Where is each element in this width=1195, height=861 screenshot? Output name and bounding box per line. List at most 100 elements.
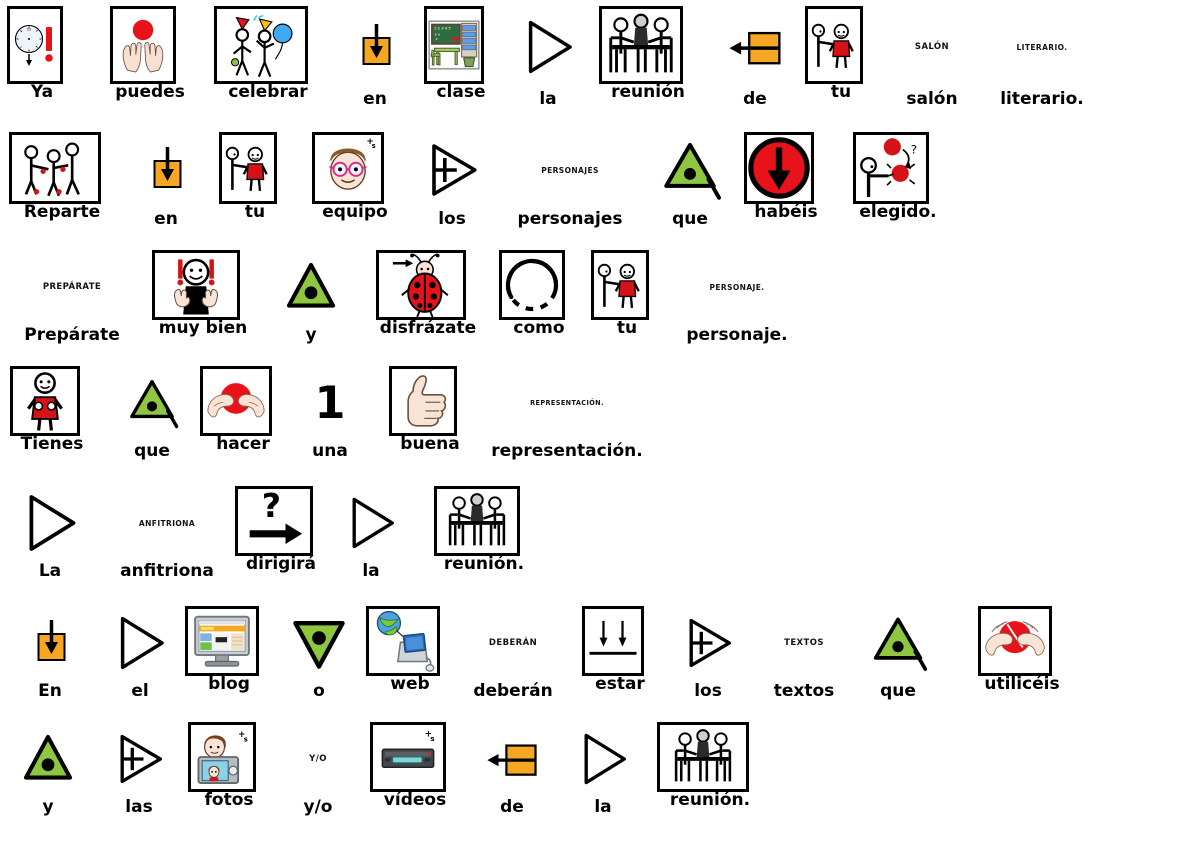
pictogram-word: anfitriona	[120, 561, 214, 581]
pictogram-word: En	[38, 681, 62, 701]
person-pointing-to-person-icon	[591, 250, 649, 320]
pictogram-cell: que	[116, 368, 188, 460]
pictogram-word: tu	[830, 82, 852, 102]
pictogram-word: equipo	[322, 202, 388, 222]
pictogram-cell: web	[366, 603, 454, 716]
pictogram-frame: web	[364, 603, 456, 716]
pictogram-cell: estar	[582, 603, 658, 716]
pictogram-cell: de	[718, 8, 792, 108]
pictogram-cell: en	[133, 134, 199, 228]
pictogram-frame: tu	[589, 247, 665, 360]
pictogram-cell: En	[17, 608, 83, 700]
pictogram-word: fotos	[204, 790, 254, 810]
orange-square-arrow-down-icon	[141, 134, 191, 206]
pictogram-word: Ya	[30, 82, 54, 102]
pictogram-cell: como	[499, 247, 579, 360]
pictogram-cell: la	[567, 724, 639, 816]
pictogram-word: hacer	[216, 434, 270, 454]
pictogram-cell: ? elegido.	[853, 129, 943, 246]
pictogram-cell: Tienes	[10, 363, 94, 476]
micro-word-text: LITERARIO.	[1016, 42, 1068, 52]
svg-text:1 2 3 4 5: 1 2 3 4 5	[434, 25, 451, 30]
dashed-circle-icon	[499, 250, 565, 320]
micro-word-image: PERSONAJES	[523, 134, 617, 206]
micro-word-text: PERSONAJE.	[709, 282, 765, 292]
pictogram-cell: La	[11, 488, 89, 580]
pictogram-word: tu	[244, 202, 266, 222]
micro-word-text: DEBERÁN	[488, 637, 538, 649]
pictogram-word: Prepárate	[24, 325, 120, 345]
pictogram-word: la	[362, 561, 380, 581]
classroom-desk-blackboard-icon: 1 2 3 4 5 x y z	[424, 6, 484, 84]
hands-shaping-red-ball-icon	[200, 366, 272, 436]
green-triangle-dot-icon	[19, 724, 77, 794]
pictogram-cell: puedes	[110, 3, 190, 126]
pictogram-frame: disfrázate	[374, 247, 482, 360]
pictogram-word: celebrar	[228, 82, 308, 102]
pictogram-cell: que	[649, 134, 731, 228]
micro-word-image: DEBERÁN	[471, 608, 555, 678]
video-player-device-plural-icon: + s	[370, 722, 446, 792]
pictogram-frame: buena	[387, 363, 473, 476]
pictogram-word: la	[594, 797, 612, 817]
hands-using-red-ball-icon	[978, 606, 1052, 676]
pictogram-frame: 1 2 3 4 5 x y z clase	[422, 3, 500, 126]
pictogram-cell: tu	[805, 3, 877, 126]
pictogram-cell: REPRESENTACIÓN. representación.	[484, 368, 650, 460]
pictogram-word: elegido.	[859, 202, 937, 222]
micro-word-text: REPRESENTACIÓN.	[530, 398, 604, 408]
child-face-glasses-plural-icon: + s	[312, 132, 384, 204]
pictogram-word: de	[743, 89, 767, 109]
pictogram-cell: ANFITRIONA anfitriona	[111, 488, 223, 580]
pictogram-frame: utilicéis	[976, 603, 1068, 716]
pictogram-cell: Y/O y/o	[285, 724, 351, 816]
pictogram-cell: el	[103, 608, 177, 700]
pictogram-sheet: 12 Ya puedes celebrar en 1 2 3 4 5 x y z…	[0, 0, 1195, 861]
pictogram-cell: TEXTOS textos	[760, 608, 848, 700]
pictogram-cell: + s vídeos	[370, 719, 460, 836]
clock-arrow-down-exclamation-icon: 12	[7, 6, 63, 84]
micro-word-text: PREPÁRATE	[42, 281, 102, 293]
pictogram-word: y	[42, 797, 54, 817]
globe-laptop-icon	[366, 606, 440, 676]
triangle-plus-right-icon	[680, 608, 736, 678]
pictogram-frame: + s fotos	[186, 719, 272, 836]
pictogram-cell: utilicéis	[978, 603, 1066, 716]
pictogram-word: una	[312, 441, 348, 461]
pictogram-cell: hacer	[200, 363, 286, 476]
pictogram-word: estar	[595, 674, 645, 694]
pictogram-word: los	[694, 681, 722, 701]
pictogram-word: web	[390, 674, 430, 694]
pictogram-cell: PERSONAJE. personaje.	[683, 252, 791, 344]
svg-text:z: z	[436, 36, 438, 41]
pictogram-word: deberán	[473, 681, 553, 701]
pictogram-word: que	[672, 209, 708, 229]
person-pointing-to-person-icon	[805, 6, 863, 84]
party-people-balloons-icon	[214, 6, 308, 84]
pictogram-word: que	[880, 681, 916, 701]
pictogram-word: y	[305, 325, 317, 345]
three-people-sharing-icon	[9, 132, 101, 204]
pictogram-frame: celebrar	[212, 3, 324, 126]
pictogram-cell: + s equipo	[312, 129, 398, 246]
pictogram-cell: y	[11, 724, 85, 816]
pictogram-word: utilicéis	[984, 674, 1060, 694]
pictogram-cell: los	[414, 134, 490, 228]
pictogram-frame: muy bien	[150, 247, 256, 360]
green-triangle-dot-icon	[282, 252, 340, 322]
person-pointing-to-person-icon	[219, 132, 277, 204]
pictogram-cell: los	[672, 608, 744, 700]
svg-text:12: 12	[27, 28, 31, 32]
pictogram-word: que	[134, 441, 170, 461]
pictogram-frame: como	[497, 247, 581, 360]
pictogram-cell: disfrázate	[376, 247, 480, 360]
thumbs-up-icon	[389, 366, 457, 436]
pictogram-cell: muy bien	[152, 247, 254, 360]
pictogram-cell: celebrar	[214, 3, 322, 126]
pictogram-cell: DEBERÁN deberán	[463, 608, 563, 700]
svg-text:?: ?	[911, 142, 917, 156]
meeting-table-three-people-icon	[657, 722, 749, 792]
pictogram-cell: 1 2 3 4 5 x y z clase	[424, 3, 498, 126]
micro-word-image: SALÓN	[897, 8, 967, 86]
micro-word-image: PERSONAJE.	[691, 252, 783, 322]
